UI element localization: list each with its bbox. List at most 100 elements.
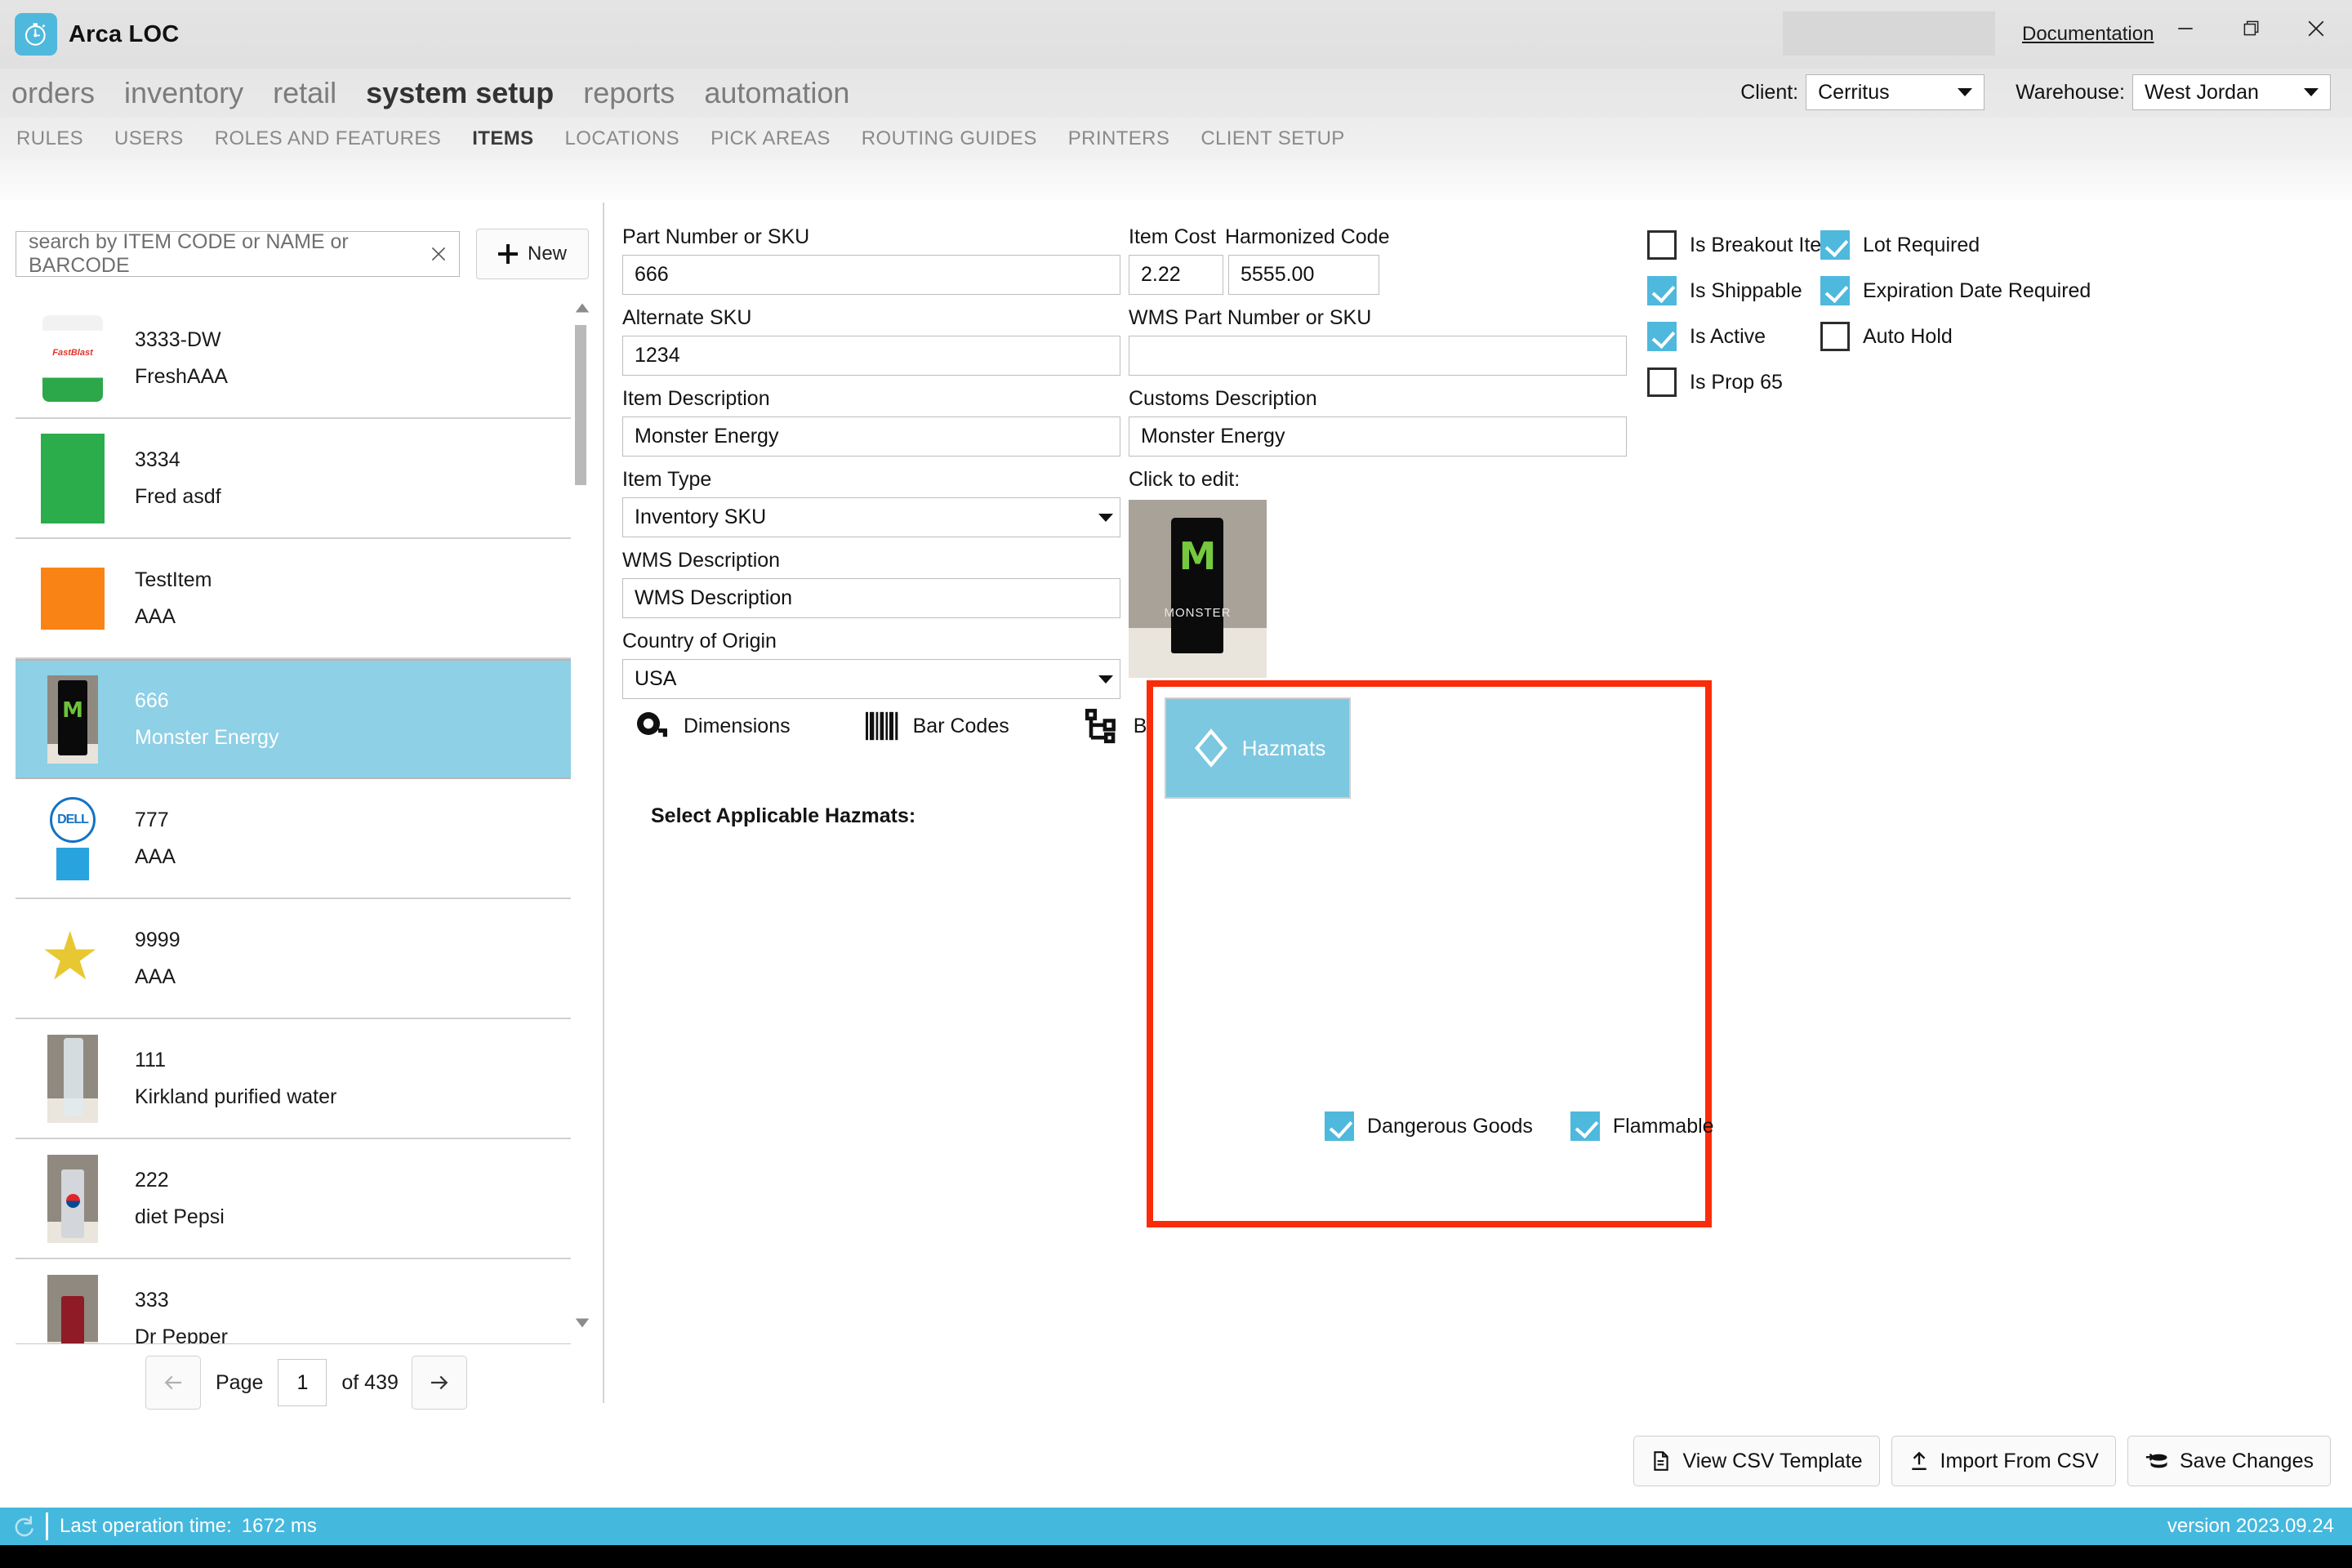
barcodes-button[interactable]: Bar Codes xyxy=(864,709,1009,743)
list-item[interactable]: 222 diet Pepsi xyxy=(16,1139,571,1259)
checkbox-icon[interactable] xyxy=(1820,230,1850,260)
item-photo[interactable]: M MONSTER xyxy=(1129,500,1267,678)
item-thumbnail xyxy=(40,1154,105,1244)
checkbox-icon[interactable] xyxy=(1570,1111,1600,1141)
list-item[interactable]: DELL 777 AAA xyxy=(16,779,571,899)
flag-is-shippable[interactable]: Is Shippable xyxy=(1647,276,1820,305)
item-type-select[interactable]: Inventory SKU xyxy=(622,497,1120,537)
tab-rules[interactable]: RULES xyxy=(16,127,83,150)
harmonized-code-field[interactable]: 5555.00 xyxy=(1228,255,1379,295)
scroll-down-button[interactable] xyxy=(573,1314,591,1336)
tab-roles-and-features[interactable]: ROLES AND FEATURES xyxy=(215,127,441,150)
dimensions-label: Dimensions xyxy=(684,714,791,737)
previous-page-button[interactable] xyxy=(145,1356,201,1410)
dimensions-button[interactable]: Dimensions xyxy=(633,706,791,746)
tab-items[interactable]: ITEMS xyxy=(472,127,533,150)
maximize-button[interactable] xyxy=(2225,7,2276,51)
nav-item-orders[interactable]: orders xyxy=(11,69,95,118)
list-item[interactable]: 111 Kirkland purified water xyxy=(16,1019,571,1139)
list-item[interactable]: 3334 Fred asdf xyxy=(16,419,571,539)
view-csv-template-button[interactable]: View CSV Template xyxy=(1633,1436,1880,1486)
customs-description-field[interactable]: Monster Energy xyxy=(1129,416,1627,457)
last-operation-label: Last operation time: xyxy=(60,1515,232,1537)
item-thumbnail xyxy=(40,1034,105,1124)
refresh-button[interactable] xyxy=(11,1514,36,1539)
wms-description-field[interactable]: WMS Description xyxy=(622,578,1120,618)
hazmat-option-label: Flammable xyxy=(1612,1114,1714,1138)
alternate-sku-field[interactable]: 1234 xyxy=(622,336,1120,376)
client-select[interactable]: Cerritus xyxy=(1806,74,1985,110)
chevron-down-icon xyxy=(575,1318,590,1328)
flag-lot-required[interactable]: Lot Required xyxy=(1820,230,1993,260)
checkbox-icon[interactable] xyxy=(1325,1111,1354,1141)
monster-claw-glyph: M xyxy=(1178,534,1217,578)
hazmats-tile-button[interactable]: Hazmats xyxy=(1165,697,1351,799)
nav-item-automation[interactable]: automation xyxy=(704,69,849,118)
arrow-right-icon xyxy=(430,1375,448,1390)
list-item[interactable]: ★ 9999 AAA xyxy=(16,899,571,1019)
chevron-up-icon xyxy=(575,303,590,313)
checkbox-icon[interactable] xyxy=(1820,322,1850,351)
part-number-field[interactable]: 666 xyxy=(622,255,1120,295)
tab-locations[interactable]: LOCATIONS xyxy=(565,127,680,150)
checkbox-icon[interactable] xyxy=(1647,322,1677,351)
nav-item-reports[interactable]: reports xyxy=(583,69,675,118)
flag-auto-hold[interactable]: Auto Hold xyxy=(1820,322,1993,351)
clear-search-button[interactable] xyxy=(418,243,459,265)
import-from-csv-button[interactable]: Import From CSV xyxy=(1891,1436,2116,1486)
next-page-button[interactable] xyxy=(411,1356,467,1410)
customs-description-label: Customs Description xyxy=(1129,387,1317,410)
wms-description-label: WMS Description xyxy=(622,549,781,572)
list-item[interactable]: TestItem AAA xyxy=(16,539,571,659)
item-form-column-right: Item Cost Harmonized Code 2.22 5555.00 W… xyxy=(1129,225,1627,678)
nav-item-inventory[interactable]: inventory xyxy=(124,69,243,118)
scroll-up-button[interactable] xyxy=(573,299,591,321)
search-input[interactable]: search by ITEM CODE or NAME or BARCODE xyxy=(16,230,460,277)
close-button[interactable] xyxy=(2291,7,2341,51)
tab-pick-areas[interactable]: PICK AREAS xyxy=(710,127,831,150)
wms-part-number-field[interactable] xyxy=(1129,336,1627,376)
item-thumbnail: ★ xyxy=(40,919,100,994)
warehouse-select[interactable]: West Jordan xyxy=(2132,74,2331,110)
checkbox-icon[interactable] xyxy=(1647,230,1677,260)
nav-item-retail[interactable]: retail xyxy=(273,69,336,118)
page-number-input[interactable]: 1 xyxy=(278,1359,327,1406)
alternate-sku-label: Alternate SKU xyxy=(622,306,752,329)
flag-expiration-date-required[interactable]: Expiration Date Required xyxy=(1820,276,2091,305)
tab-users[interactable]: USERS xyxy=(114,127,184,150)
item-thumbnail xyxy=(40,433,105,523)
hazmats-panel: Hazmats Dangerous Goods Flammable xyxy=(1147,680,1714,1227)
minimize-button[interactable] xyxy=(2160,7,2211,51)
flag-row: Is Active Auto Hold xyxy=(1647,314,1993,359)
item-list[interactable]: 3333-DW FreshAAA 3334 Fred asdf TestItem AAA 6… xyxy=(16,299,571,1344)
checkbox-icon[interactable] xyxy=(1647,276,1677,305)
tab-routing-guides[interactable]: ROUTING GUIDES xyxy=(862,127,1037,150)
new-item-button[interactable]: New xyxy=(476,229,589,279)
import-from-csv-label: Import From CSV xyxy=(1940,1449,2099,1472)
save-changes-button[interactable]: Save Changes xyxy=(2127,1436,2331,1486)
item-list-scrollbar[interactable] xyxy=(572,299,590,1336)
hazmat-option-flammable[interactable]: Flammable xyxy=(1570,1111,1714,1141)
nav-item-system-setup[interactable]: system setup xyxy=(366,69,554,118)
status-bar: Last operation time: 1672 ms version 202… xyxy=(0,1508,2352,1545)
checkbox-icon[interactable] xyxy=(1647,368,1677,397)
country-of-origin-select[interactable]: USA xyxy=(622,659,1120,699)
scrollbar-thumb[interactable] xyxy=(575,325,586,485)
flag-is-breakout-item[interactable]: Is Breakout Item xyxy=(1647,230,1838,260)
list-item[interactable]: 3333-DW FreshAAA xyxy=(16,299,571,419)
flag-label: Expiration Date Required xyxy=(1863,278,2091,302)
tab-client-setup[interactable]: CLIENT SETUP xyxy=(1200,127,1344,150)
list-item[interactable]: 666 Monster Energy xyxy=(16,659,571,779)
client-value: Cerritus xyxy=(1818,80,1890,104)
tab-printers[interactable]: PRINTERS xyxy=(1068,127,1170,150)
item-code: 333 xyxy=(135,1288,169,1312)
checkbox-icon[interactable] xyxy=(1820,276,1850,305)
flag-is-active[interactable]: Is Active xyxy=(1647,322,1820,351)
item-description-field[interactable]: Monster Energy xyxy=(622,416,1120,457)
hazmat-option-dangerous-goods[interactable]: Dangerous Goods xyxy=(1325,1111,1533,1141)
item-cost-field[interactable]: 2.22 xyxy=(1129,255,1223,295)
item-code: 3334 xyxy=(135,448,180,471)
documentation-link[interactable]: Documentation xyxy=(2022,23,2154,46)
list-item[interactable]: 333 Dr Pepper xyxy=(16,1259,571,1343)
flag-is-prop-65[interactable]: Is Prop 65 xyxy=(1647,368,1820,397)
